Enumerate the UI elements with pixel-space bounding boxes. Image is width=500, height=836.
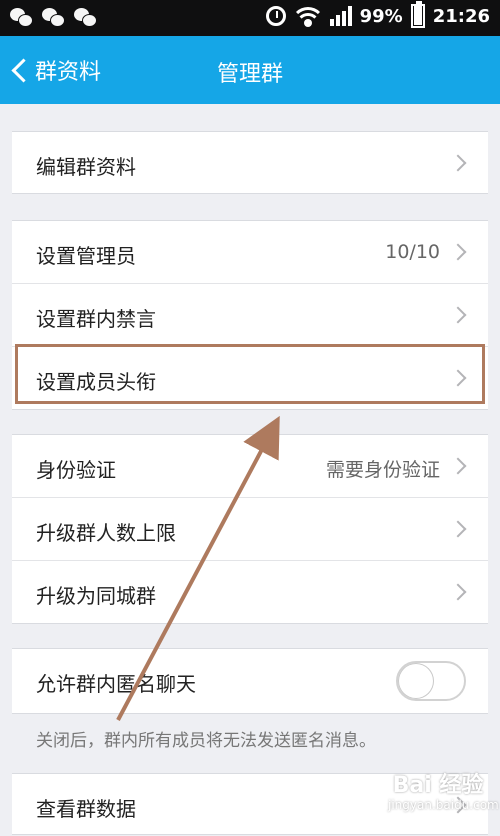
group-info-section: 编辑群资料	[12, 131, 488, 194]
chevron-right-icon	[449, 583, 467, 601]
watermark-logo: Bai 经验	[392, 773, 484, 798]
battery-icon	[410, 1, 425, 28]
admin-count: 10/10	[385, 241, 440, 263]
chevron-right-icon	[449, 243, 467, 261]
battery-percentage: 99%	[359, 5, 403, 27]
navigation-bar: 群资料 管理群	[0, 36, 500, 104]
row-label: 设置成员头衔	[36, 370, 156, 394]
verification-value: 需要身份验证	[325, 459, 440, 481]
signal-icon	[329, 6, 352, 26]
watermark-site: jingyan.baidu.com	[388, 798, 499, 812]
member-title-row[interactable]: 设置成员头衔	[12, 347, 488, 409]
identity-verification-row[interactable]: 身份验证 需要身份验证	[12, 435, 488, 498]
group-settings-section: 身份验证 需要身份验证 升级群人数上限 升级为同城群	[12, 434, 488, 624]
watermark: Bai 经验 jingyan.baidu.com	[388, 773, 499, 816]
notification-icons	[10, 7, 98, 27]
alarm-icon	[265, 6, 286, 26]
chevron-right-icon	[449, 369, 467, 387]
status-bar: 99% 21:26	[0, 0, 500, 36]
wechat-icon	[74, 7, 98, 27]
chevron-right-icon	[449, 457, 467, 475]
row-label: 查看群数据	[36, 797, 136, 821]
chevron-right-icon	[449, 154, 467, 172]
chevron-right-icon	[449, 306, 467, 324]
edit-group-info-row[interactable]: 编辑群资料	[12, 132, 488, 194]
row-label: 身份验证	[36, 458, 116, 482]
anonymous-section: 允许群内匿名聊天	[12, 648, 488, 714]
anonymous-chat-toggle[interactable]	[396, 661, 466, 701]
row-label: 编辑群资料	[36, 155, 136, 179]
upgrade-member-limit-row[interactable]: 升级群人数上限	[12, 498, 488, 561]
wechat-icon	[10, 7, 34, 27]
toggle-knob	[399, 664, 433, 698]
set-admins-row[interactable]: 设置管理员 10/10	[12, 221, 488, 284]
clock: 21:26	[432, 5, 490, 27]
row-label: 允许群内匿名聊天	[36, 672, 196, 696]
wechat-icon	[42, 7, 66, 27]
anonymous-chat-row: 允许群内匿名聊天	[12, 649, 488, 713]
upgrade-local-group-row[interactable]: 升级为同城群	[12, 561, 488, 623]
group-mute-row[interactable]: 设置群内禁言	[12, 284, 488, 347]
row-label: 设置群内禁言	[36, 307, 156, 331]
chevron-right-icon	[449, 520, 467, 538]
row-label: 设置管理员	[36, 244, 136, 268]
row-label: 升级为同城群	[36, 584, 156, 608]
wifi-icon	[293, 5, 322, 27]
admin-section: 设置管理员 10/10 设置群内禁言 设置成员头衔	[12, 220, 488, 410]
system-status: 99% 21:26	[265, 1, 490, 28]
anonymous-help-text: 关闭后，群内所有成员将无法发送匿名消息。	[36, 731, 376, 751]
page-title: 管理群	[216, 62, 283, 87]
row-label: 升级群人数上限	[36, 521, 176, 545]
